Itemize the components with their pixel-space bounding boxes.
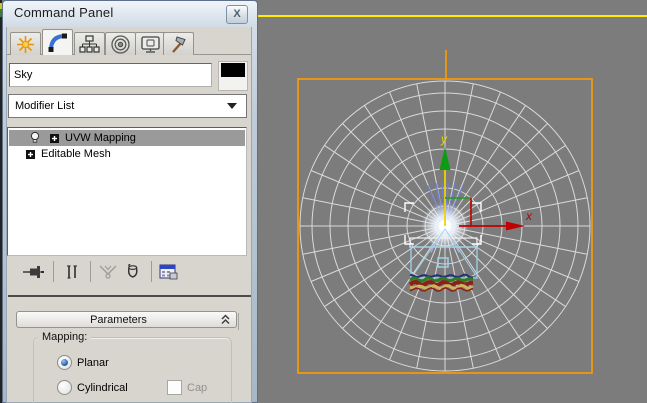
object-name-input[interactable]	[9, 63, 212, 87]
y-axis-arrow	[439, 147, 451, 170]
x-axis-label: x	[525, 209, 533, 223]
tab-modify[interactable]	[42, 29, 73, 55]
show-end-result-button[interactable]	[62, 262, 82, 282]
configure-sets-icon	[159, 264, 178, 280]
mapping-group-label: Mapping:	[38, 331, 92, 343]
cap-checkbox-label: Cap	[187, 382, 208, 394]
radio-cylindrical-label: Cylindrical	[77, 382, 128, 394]
starburst-icon	[17, 35, 34, 53]
y-axis-label: y	[440, 132, 448, 146]
expand-plus-icon[interactable]	[26, 149, 35, 159]
radio-planar[interactable]	[57, 355, 72, 370]
screen: yx Command Panel X Sky Modifier List UVW…	[0, 0, 647, 403]
make-unique-icon	[99, 265, 117, 279]
remove-modifier-button[interactable]	[123, 262, 143, 282]
screen-edge-artifact	[0, 0, 2, 403]
stack-item-label: UVW Mapping	[65, 132, 136, 144]
radio-cylindrical[interactable]	[57, 380, 72, 395]
terrain-bands	[408, 273, 474, 293]
stack-item-uvw-mapping[interactable]: UVW Mapping	[9, 130, 245, 146]
tab-hierarchy[interactable]	[74, 32, 105, 55]
bulb-icon[interactable]	[28, 131, 42, 145]
cap-checkbox[interactable]	[167, 380, 182, 395]
viewport[interactable]: yx	[258, 0, 647, 403]
viewport-canvas: yx	[297, 50, 593, 374]
rollout-title: Parameters	[90, 313, 147, 326]
object-color-value	[221, 63, 245, 77]
chevron-down-icon	[227, 103, 237, 109]
expand-plus-icon[interactable]	[50, 133, 59, 143]
hammer-icon	[172, 35, 186, 53]
radio-selected-dot	[61, 359, 68, 366]
active-viewport-border	[258, 15, 647, 17]
close-button[interactable]: X	[226, 5, 248, 24]
tab-motion[interactable]	[105, 32, 136, 55]
make-unique-button[interactable]	[97, 262, 119, 282]
monitor-icon	[141, 35, 160, 53]
toolbar-separator	[90, 261, 91, 282]
stack-item-label: Editable Mesh	[41, 148, 111, 160]
modifier-stack-list: UVW Mapping Editable Mesh	[7, 127, 247, 256]
tab-utilities[interactable]	[163, 32, 194, 55]
panel-divider	[8, 295, 251, 297]
radio-planar-label: Planar	[77, 357, 109, 369]
toolbar-separator	[151, 261, 152, 282]
object-color-swatch[interactable]	[218, 61, 248, 91]
screen-edge-artifact	[0, 9, 2, 17]
object-icon-square	[437, 257, 449, 268]
arc-icon	[48, 33, 67, 52]
parameters-rollout-header[interactable]: Parameters	[16, 311, 237, 328]
toolbar-separator	[53, 261, 54, 282]
tab-create[interactable]	[10, 32, 41, 55]
concentric-circles-icon	[111, 34, 130, 54]
trash-icon	[127, 263, 138, 278]
tree-icon	[79, 34, 100, 53]
pin-stack-button[interactable]	[22, 262, 46, 282]
rollout-shadow	[238, 313, 239, 330]
modifier-list-dropdown[interactable]: Modifier List	[8, 94, 247, 118]
tab-display[interactable]	[135, 32, 166, 55]
chevrons-up-icon	[221, 314, 230, 325]
stack-item-editable-mesh[interactable]: Editable Mesh	[9, 146, 245, 162]
modifier-list-label: Modifier List	[15, 100, 75, 112]
pin-icon	[23, 266, 44, 278]
configure-modifier-sets-button[interactable]	[158, 262, 179, 282]
show-end-result-icon	[67, 265, 77, 279]
window-title: Command Panel	[14, 5, 114, 20]
